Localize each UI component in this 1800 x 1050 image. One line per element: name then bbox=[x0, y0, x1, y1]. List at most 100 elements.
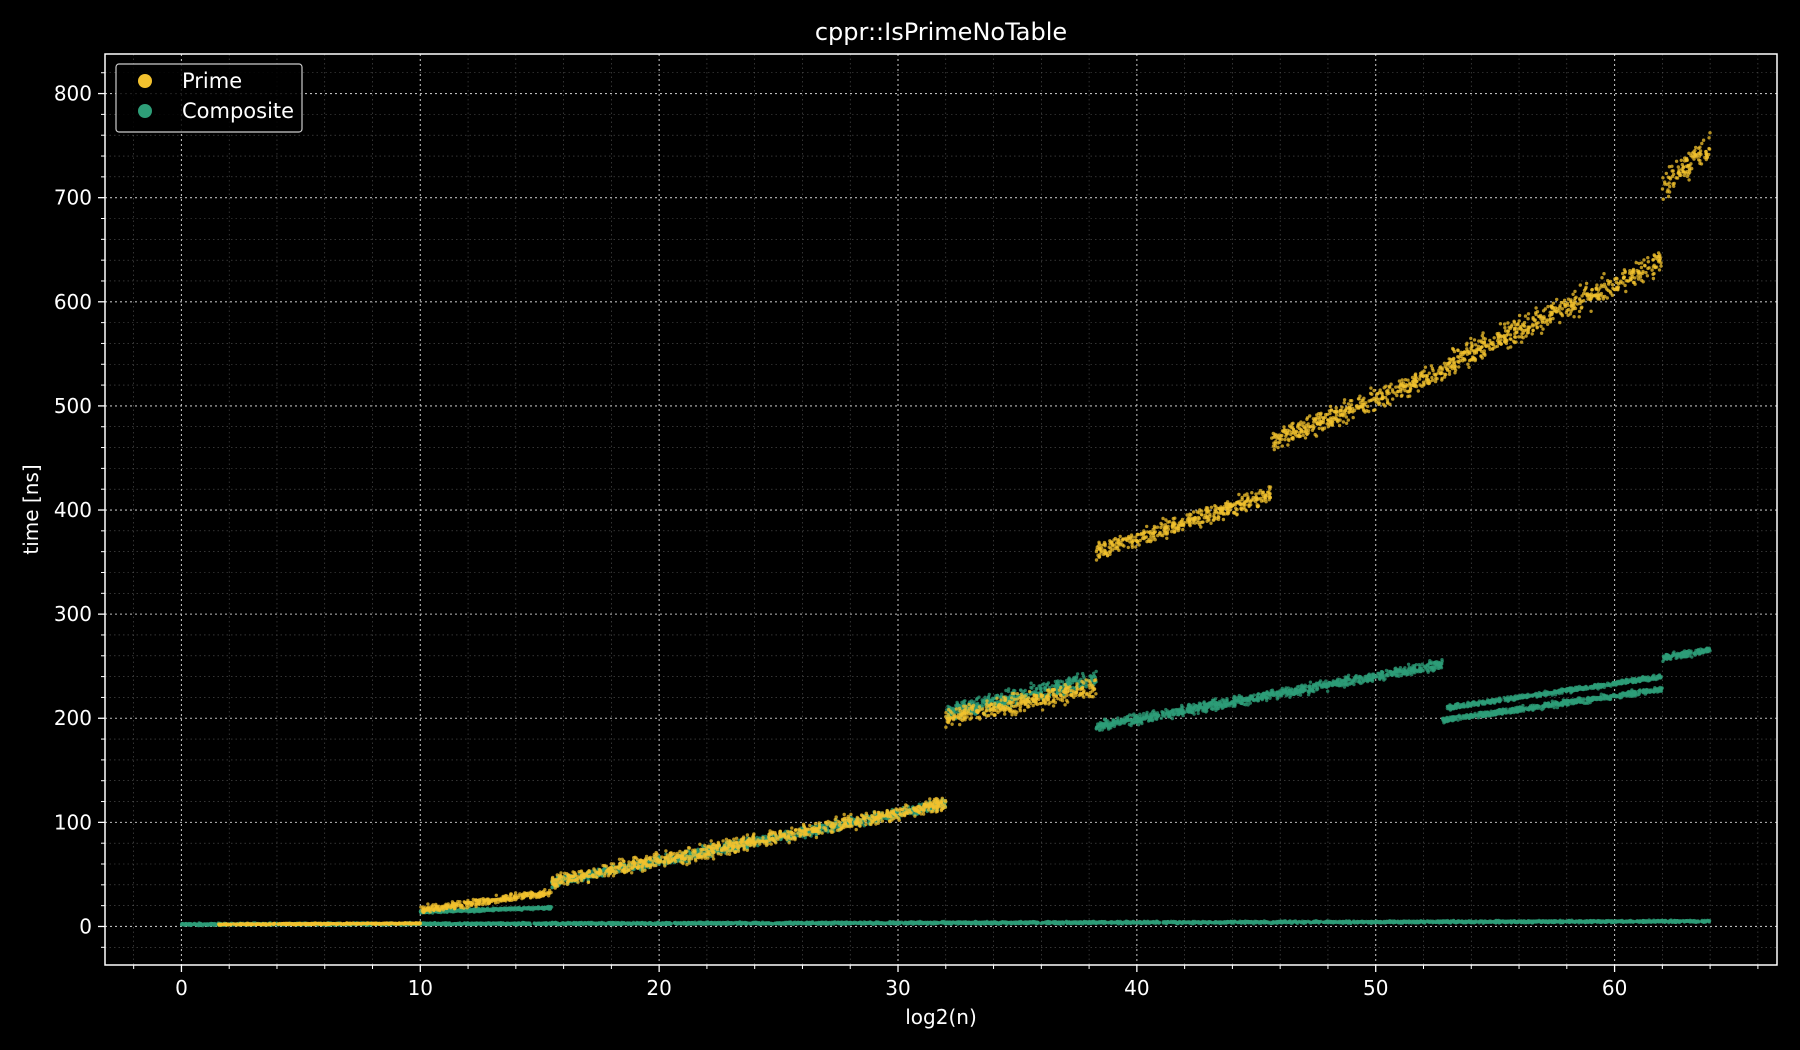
point-composite bbox=[643, 921, 647, 925]
point-composite bbox=[1230, 920, 1234, 925]
point-composite bbox=[1201, 920, 1205, 925]
point-composite bbox=[1621, 919, 1625, 924]
point-composite bbox=[736, 921, 741, 925]
point-composite bbox=[1100, 920, 1104, 924]
point-composite bbox=[780, 921, 785, 925]
point-composite bbox=[1338, 919, 1342, 923]
point-composite bbox=[1082, 920, 1086, 925]
point-composite bbox=[1683, 919, 1687, 924]
point-composite bbox=[1375, 920, 1379, 924]
point-composite bbox=[1560, 920, 1565, 925]
point-composite bbox=[856, 921, 860, 926]
point-composite bbox=[943, 922, 948, 926]
point-composite bbox=[1276, 920, 1280, 924]
point-composite bbox=[928, 920, 932, 925]
point-composite bbox=[1027, 921, 1031, 925]
point-composite bbox=[1492, 920, 1496, 925]
point-composite bbox=[1352, 920, 1357, 924]
point-composite bbox=[851, 921, 855, 925]
point-composite bbox=[1496, 919, 1500, 923]
point-composite bbox=[1590, 920, 1594, 924]
point-composite bbox=[598, 921, 602, 925]
point-composite bbox=[179, 923, 184, 927]
point-composite bbox=[1479, 920, 1483, 924]
point-composite bbox=[497, 921, 501, 925]
point-composite bbox=[1386, 919, 1391, 924]
point-composite bbox=[868, 920, 872, 925]
point-composite bbox=[1418, 920, 1422, 924]
point-composite bbox=[889, 920, 893, 924]
point-composite bbox=[1552, 919, 1557, 924]
point-composite bbox=[1631, 920, 1635, 924]
point-composite bbox=[1013, 921, 1017, 925]
point-composite bbox=[911, 920, 916, 924]
point-composite bbox=[691, 921, 695, 925]
point-composite bbox=[606, 921, 611, 926]
point-composite bbox=[1314, 919, 1318, 923]
point-composite bbox=[540, 906, 544, 910]
point-composite bbox=[1197, 920, 1201, 925]
point-composite bbox=[482, 907, 486, 911]
point-composite bbox=[1437, 920, 1442, 924]
point-composite bbox=[1124, 921, 1128, 925]
point-composite bbox=[861, 921, 865, 925]
point-composite bbox=[516, 907, 520, 911]
point-composite bbox=[1111, 921, 1116, 925]
point-composite bbox=[917, 920, 921, 925]
point-composite bbox=[748, 922, 753, 926]
point-composite bbox=[629, 921, 633, 926]
point-composite bbox=[556, 922, 560, 926]
point-composite bbox=[1609, 919, 1613, 924]
point-composite bbox=[665, 922, 670, 926]
point-composite bbox=[553, 922, 557, 926]
point-composite bbox=[1690, 919, 1695, 923]
point-composite bbox=[595, 922, 599, 926]
point-composite bbox=[936, 921, 940, 925]
point-composite bbox=[826, 921, 830, 925]
point-composite bbox=[478, 921, 482, 926]
point-composite bbox=[720, 922, 724, 926]
point-composite bbox=[194, 922, 199, 926]
point-composite bbox=[1393, 919, 1397, 924]
point-composite bbox=[527, 905, 531, 910]
point-composite bbox=[703, 921, 707, 926]
point-composite bbox=[1542, 920, 1546, 924]
point-composite bbox=[536, 921, 540, 926]
point-composite bbox=[202, 923, 207, 927]
point-composite bbox=[546, 906, 550, 910]
point-composite bbox=[471, 908, 476, 912]
point-composite bbox=[1308, 921, 1312, 925]
point-composite bbox=[1103, 919, 1107, 924]
point-composite bbox=[512, 922, 516, 927]
point-composite bbox=[1657, 919, 1662, 924]
point-composite bbox=[922, 920, 926, 925]
point-composite bbox=[589, 921, 593, 925]
point-composite bbox=[753, 921, 758, 926]
point-composite bbox=[451, 922, 455, 926]
point-composite bbox=[1149, 920, 1153, 924]
point-composite bbox=[469, 922, 474, 927]
point-composite bbox=[963, 920, 967, 924]
point-composite bbox=[1253, 919, 1257, 923]
point-composite bbox=[506, 907, 510, 911]
point-composite bbox=[1470, 920, 1475, 925]
point-composite bbox=[580, 921, 584, 925]
point-composite bbox=[1164, 920, 1169, 925]
point-composite bbox=[796, 920, 800, 924]
point-composite bbox=[1130, 921, 1135, 925]
point-composite bbox=[524, 921, 528, 925]
point-composite bbox=[636, 921, 640, 926]
point-composite bbox=[539, 922, 543, 926]
point-composite bbox=[1531, 919, 1536, 923]
point-composite bbox=[978, 921, 982, 925]
point-composite bbox=[894, 921, 898, 925]
point-composite bbox=[1086, 921, 1090, 926]
point-composite bbox=[1064, 919, 1069, 923]
point-composite bbox=[1321, 920, 1325, 924]
point-composite bbox=[184, 922, 188, 926]
point-composite bbox=[1249, 920, 1253, 924]
point-composite bbox=[1174, 921, 1179, 925]
point-composite bbox=[1583, 920, 1588, 925]
point-composite bbox=[1403, 919, 1407, 923]
point-composite bbox=[648, 922, 653, 926]
